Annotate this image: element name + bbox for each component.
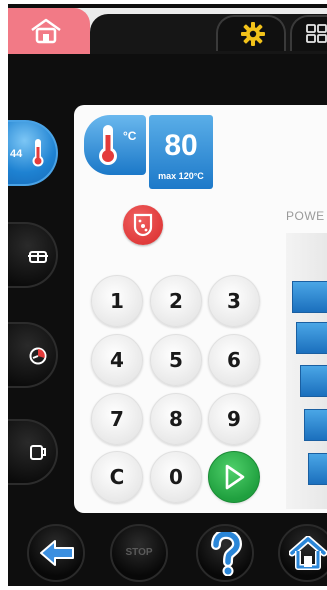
key-6[interactable]: 6 bbox=[208, 334, 260, 386]
power-level-bar[interactable] bbox=[304, 409, 327, 441]
stir-button[interactable] bbox=[123, 205, 163, 245]
cup-icon bbox=[30, 445, 46, 460]
power-level-bar[interactable] bbox=[292, 281, 327, 313]
start-button[interactable] bbox=[208, 451, 260, 503]
home-icon bbox=[31, 18, 61, 44]
thermometer-icon bbox=[99, 125, 117, 165]
stop-button[interactable]: STOP bbox=[110, 524, 168, 582]
temperature-panel: °C 80 max 120°C POWE 1 2 3 4 5 6 7 8 9 C… bbox=[74, 105, 327, 513]
key-1[interactable]: 1 bbox=[91, 275, 143, 327]
top-bar bbox=[8, 8, 327, 54]
rail-temperature-button[interactable]: 44 bbox=[8, 120, 58, 186]
play-icon bbox=[225, 464, 245, 490]
key-5[interactable]: 5 bbox=[150, 334, 202, 386]
current-temperature-badge: 44 bbox=[10, 148, 23, 160]
temperature-unit: °C bbox=[123, 129, 137, 143]
power-level-bar[interactable] bbox=[308, 453, 327, 485]
power-level-bar[interactable] bbox=[296, 322, 327, 354]
rail-cup-button[interactable] bbox=[8, 419, 58, 485]
grid-icon bbox=[306, 24, 327, 43]
question-icon bbox=[211, 532, 242, 576]
stir-pot-icon bbox=[133, 213, 153, 237]
thermometer-icon bbox=[32, 139, 44, 167]
help-button[interactable] bbox=[196, 524, 254, 582]
key-2[interactable]: 2 bbox=[150, 275, 202, 327]
key-8[interactable]: 8 bbox=[150, 393, 202, 445]
power-level-bar[interactable] bbox=[300, 365, 327, 397]
temperature-setpoint-box[interactable]: 80 max 120°C bbox=[149, 115, 213, 189]
temperature-icon-box: °C bbox=[84, 115, 146, 175]
key-3[interactable]: 3 bbox=[208, 275, 260, 327]
stop-label: STOP bbox=[125, 547, 153, 558]
home-icon bbox=[289, 536, 327, 570]
back-button[interactable] bbox=[27, 524, 85, 582]
rail-pot-button[interactable] bbox=[8, 222, 58, 288]
timer-icon bbox=[29, 347, 47, 365]
power-level-gauge[interactable] bbox=[286, 233, 327, 509]
arrow-left-icon bbox=[40, 540, 74, 566]
temperature-max-label: max 120°C bbox=[158, 171, 204, 181]
temperature-setpoint-value: 80 bbox=[164, 129, 198, 162]
key-9[interactable]: 9 bbox=[208, 393, 260, 445]
home-tab[interactable] bbox=[8, 8, 90, 54]
key-7[interactable]: 7 bbox=[91, 393, 143, 445]
device-screen: 44 °C 80 max 120°C POWE 1 2 3 4 5 6 7 8 … bbox=[8, 4, 327, 586]
power-label: POWE bbox=[286, 209, 325, 223]
gear-icon bbox=[241, 22, 265, 46]
rail-timer-button[interactable] bbox=[8, 322, 58, 388]
key-0[interactable]: 0 bbox=[150, 451, 202, 503]
key-4[interactable]: 4 bbox=[91, 334, 143, 386]
home-button[interactable] bbox=[278, 524, 327, 582]
grid-tab[interactable] bbox=[290, 15, 327, 51]
pot-icon bbox=[28, 251, 48, 263]
settings-tab[interactable] bbox=[216, 15, 286, 51]
key-clear[interactable]: C bbox=[91, 451, 143, 503]
